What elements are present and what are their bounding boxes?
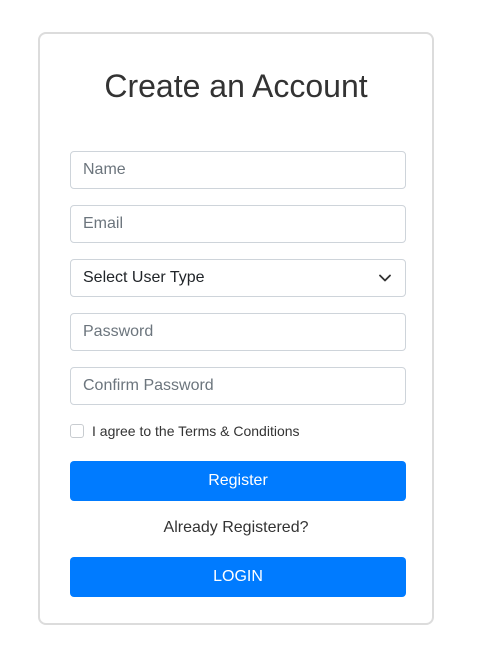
terms-checkbox[interactable] — [70, 424, 84, 438]
confirm-password-input[interactable] — [70, 367, 406, 405]
register-button[interactable]: Register — [70, 461, 406, 501]
password-input[interactable] — [70, 313, 406, 351]
already-registered-text: Already Registered? — [163, 519, 309, 536]
page-title: Create an Account — [104, 68, 368, 104]
user-type-select-value: Select User Type — [83, 269, 205, 286]
login-button[interactable]: LOGIN — [70, 557, 406, 597]
registration-card: Create an Account Select User Type I agr… — [38, 32, 434, 625]
email-input[interactable] — [70, 205, 406, 243]
terms-label[interactable]: I agree to the Terms & Conditions — [92, 423, 300, 439]
name-input[interactable] — [70, 151, 406, 189]
chevron-down-icon — [377, 270, 393, 286]
user-type-select[interactable]: Select User Type — [70, 259, 406, 297]
terms-row: I agree to the Terms & Conditions — [70, 423, 300, 439]
